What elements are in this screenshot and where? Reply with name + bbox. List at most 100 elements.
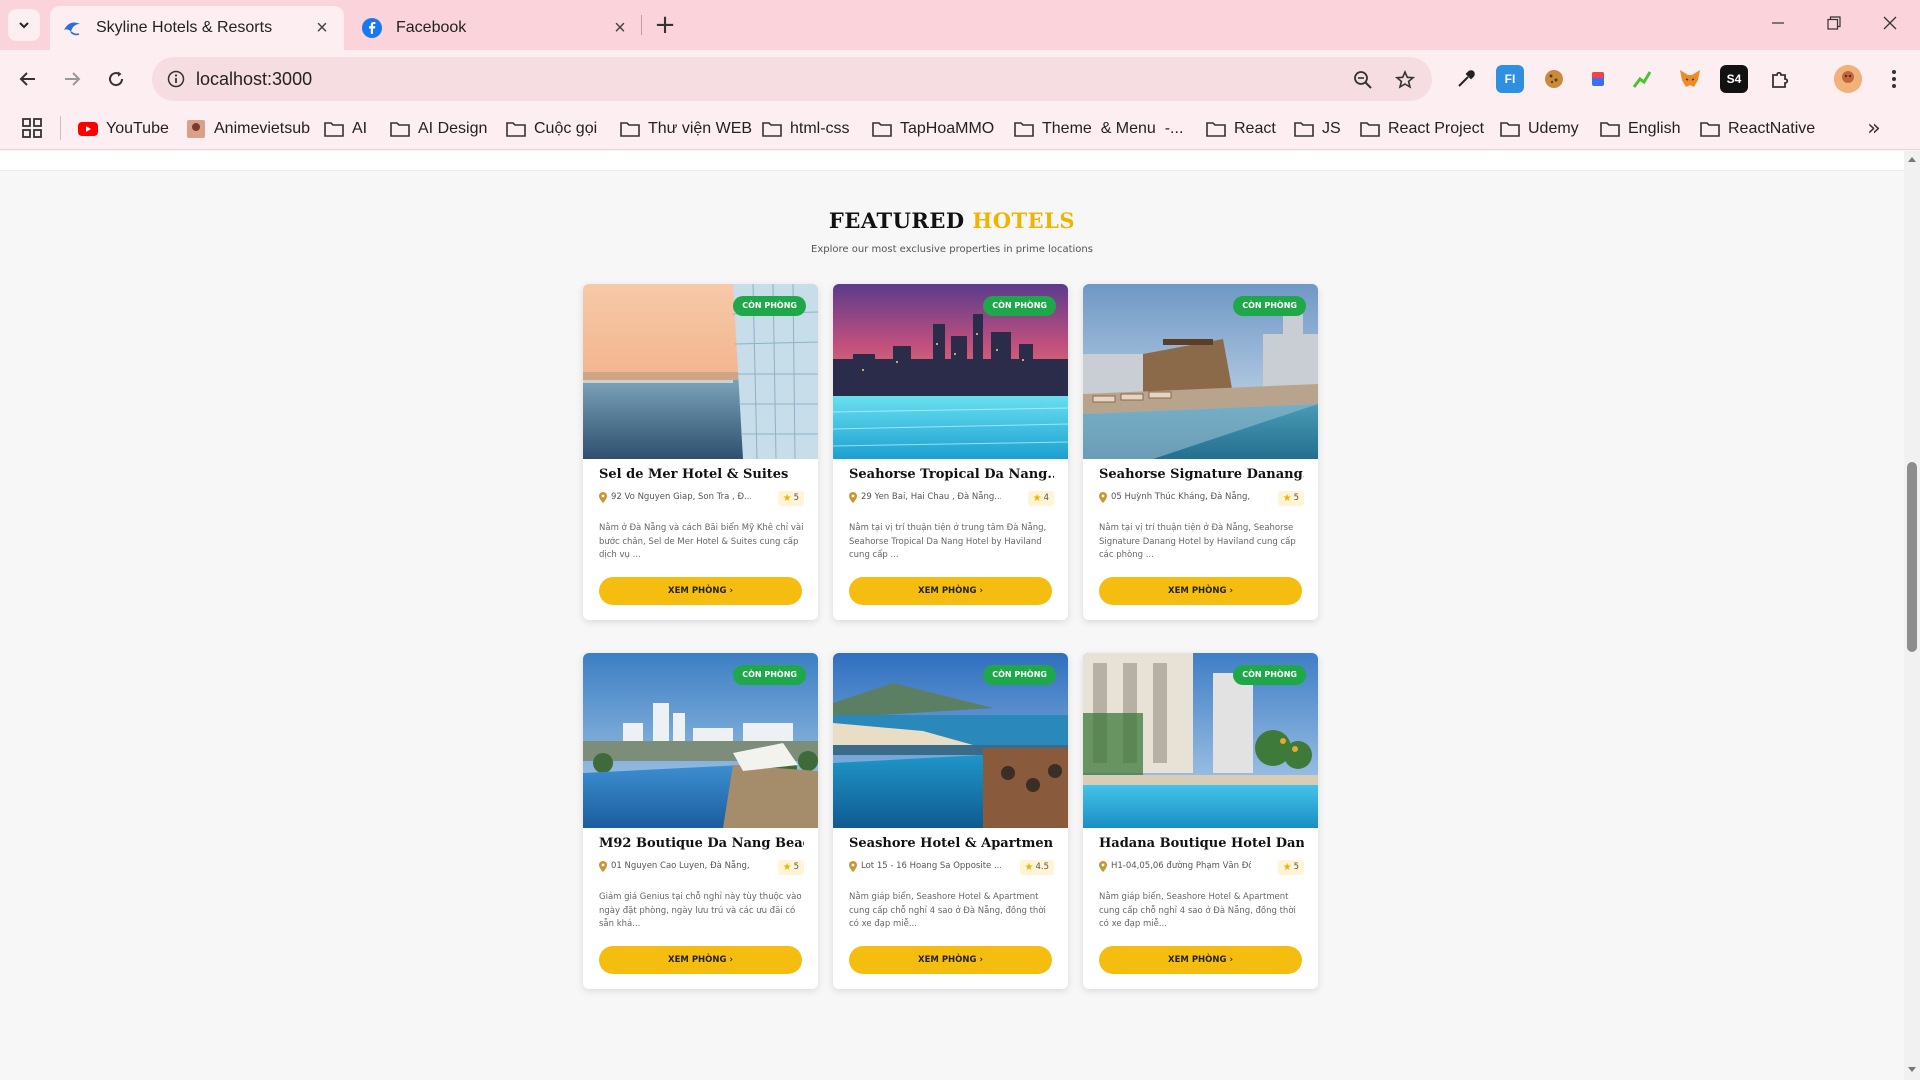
bookmark-folder-react-project[interactable]: React Project [1360,117,1484,141]
bookmark-folder-js[interactable]: JS [1294,117,1341,141]
bookmark-label: Cuộc gọi [534,120,598,137]
hotel-name[interactable]: Hadana Boutique Hotel Dan... [1099,836,1304,851]
hotel-card[interactable]: CÒN PHÒNG M92 Boutique Da Nang Beac... 0… [583,653,818,989]
bookmark-folder-theme-menu[interactable]: Theme & Menu -... [1014,117,1183,141]
site-info-icon[interactable] [162,65,190,93]
hotel-card[interactable]: CÒN PHÒNG Seahorse Signature Danang... 0… [1083,284,1318,620]
hotel-card[interactable]: CÒN PHÒNG Sel de Mer Hotel & Suites 92 V… [583,284,818,620]
close-tab-icon[interactable]: × [610,17,630,39]
bookmark-label: English [1628,120,1681,137]
folder-icon [762,120,782,138]
chevron-down-icon [19,22,29,29]
forward-button[interactable] [52,59,92,99]
bookmark-folder-react[interactable]: React [1206,117,1276,141]
rating-badge: ★ 5 [777,860,804,875]
hotel-name[interactable]: Sel de Mer Hotel & Suites [599,467,804,482]
rating-badge: ★ 5 [777,491,804,506]
bookmark-folder-ai[interactable]: AI [324,117,367,141]
tab-divider [641,15,642,35]
back-button[interactable] [8,59,48,99]
scroll-down-arrow-icon[interactable] [1907,1064,1917,1074]
hotel-card[interactable]: CÒN PHÒNG Seashore Hotel & Apartmen... L… [833,653,1068,989]
hotel-card[interactable]: CÒN PHÒNG Hadana Boutique Hotel Dan... H… [1083,653,1318,989]
restore-button[interactable] [1806,0,1862,46]
bookmark-folder-taphoammo[interactable]: TapHoaMMO [872,117,994,141]
folder-icon [1700,120,1720,138]
tab-search-button[interactable] [8,9,40,41]
bookmark-youtube[interactable]: YouTube [78,117,169,141]
double-chevron-right-icon[interactable]: » [1860,114,1888,142]
close-tab-icon[interactable]: × [312,17,332,39]
eyedropper-icon[interactable] [1452,65,1480,93]
hotel-description: Nằm tại vị trí thuận tiện ở Đà Nẵng, Sea… [1099,523,1296,560]
bookmark-folder-html-css[interactable]: html-css [762,117,850,141]
close-icon [1883,16,1897,30]
arrow-left-icon [19,72,35,86]
bookmark-folder-ai-design[interactable]: AI Design [390,117,487,141]
folder-icon [1014,120,1034,138]
page-scrollbar[interactable] [1904,151,1920,1080]
bookmark-folder-english[interactable]: English [1600,117,1680,141]
bookmark-animevietsub[interactable]: Animevietsub [186,117,310,141]
view-rooms-button[interactable]: XEM PHÒNG › [599,577,802,605]
bookmark-folder-udemy[interactable]: Udemy [1500,117,1579,141]
location-pin-icon [599,861,607,872]
header-edge [0,151,1904,171]
address-row: 01 Nguyen Cao Luyen, Đà Nẵng, ... ★ 5 [599,860,804,876]
address-row: H1-04,05,06 đường Phạm Văn Đồn... ★5 [1099,860,1304,876]
address-bar[interactable]: localhost:3000 [152,57,1432,101]
more-menu-icon[interactable] [1880,65,1908,93]
url-text[interactable]: localhost:3000 [196,69,312,90]
view-rooms-button[interactable]: XEM PHÒNG › [1099,946,1302,974]
zoom-icon[interactable] [1350,67,1376,93]
cookie-icon[interactable] [1540,65,1568,93]
section-title: FEATURED HOTELS [0,208,1904,233]
close-window-button[interactable] [1862,0,1918,46]
hotel-description: Nằm giáp biển, Seashore Hotel & Apartmen… [1099,892,1296,929]
puzzle-icon[interactable] [1766,65,1794,93]
rating-value: 5 [1293,493,1299,503]
location-pin-icon [849,492,857,503]
bookmark-label: Udemy [1528,120,1579,137]
hotel-address: 29 Yen Bai, Hai Chau , Đà Nẵng... [861,492,1001,502]
view-rooms-button[interactable]: XEM PHÒNG › [599,946,802,974]
bookmark-folder-thu-vien-web[interactable]: Thư viện WEB [620,117,752,141]
view-rooms-button[interactable]: XEM PHÒNG › [849,577,1052,605]
s4-extension-icon[interactable]: S4 [1720,65,1748,93]
apps-grid-icon[interactable] [20,116,44,140]
hotel-name[interactable]: Seahorse Tropical Da Nang... [849,467,1054,482]
hotel-card[interactable]: CÒN PHÒNG Seahorse Tropical Da Nang... 2… [833,284,1068,620]
bookmark-folder-cuoc-goi[interactable]: Cuộc gọi [506,117,597,141]
avatar[interactable] [1834,65,1862,93]
hotel-name[interactable]: Seahorse Signature Danang... [1099,467,1304,482]
chart-extension-icon[interactable] [1628,65,1656,93]
hotel-description: Nằm tại vị trí thuận tiện ở trung tâm Đà… [849,523,1047,560]
new-tab-button[interactable]: + [650,10,680,40]
tab-facebook[interactable]: Facebook × [350,6,642,50]
scrollbar-thumb[interactable] [1907,462,1917,652]
folder-icon [390,120,410,138]
hotel-name[interactable]: Seashore Hotel & Apartmen... [849,836,1054,851]
hotel-name[interactable]: M92 Boutique Da Nang Beac... [599,836,804,851]
reload-button[interactable] [96,59,136,99]
bookmark-folder-reactnative[interactable]: ReactNative [1700,117,1815,141]
folder-icon [1360,120,1380,138]
rating-value: 5 [793,862,799,872]
arrow-right-icon [65,72,81,86]
star-icon: ★ [782,493,792,504]
bookmark-label: JS [1322,120,1341,137]
availability-badge: CÒN PHÒNG [983,665,1056,685]
minimize-button[interactable] [1750,0,1806,46]
address-row: 29 Yen Bai, Hai Chau , Đà Nẵng... ★ 4 [849,491,1054,507]
scroll-up-arrow-icon[interactable] [1907,155,1917,165]
bookmarks-divider [60,116,61,140]
bookmark-star-icon[interactable] [1392,67,1418,93]
availability-badge: CÒN PHÒNG [1233,665,1306,685]
color-extension-icon[interactable] [1584,65,1612,93]
tab-skyline[interactable]: Skyline Hotels & Resorts × [50,6,344,50]
metamask-fox-icon[interactable] [1676,65,1704,93]
view-rooms-button[interactable]: XEM PHÒNG › [1099,577,1302,605]
folder-icon [620,120,640,138]
view-rooms-button[interactable]: XEM PHÒNG › [849,946,1052,974]
fi-extension-icon[interactable]: FI [1496,65,1524,93]
